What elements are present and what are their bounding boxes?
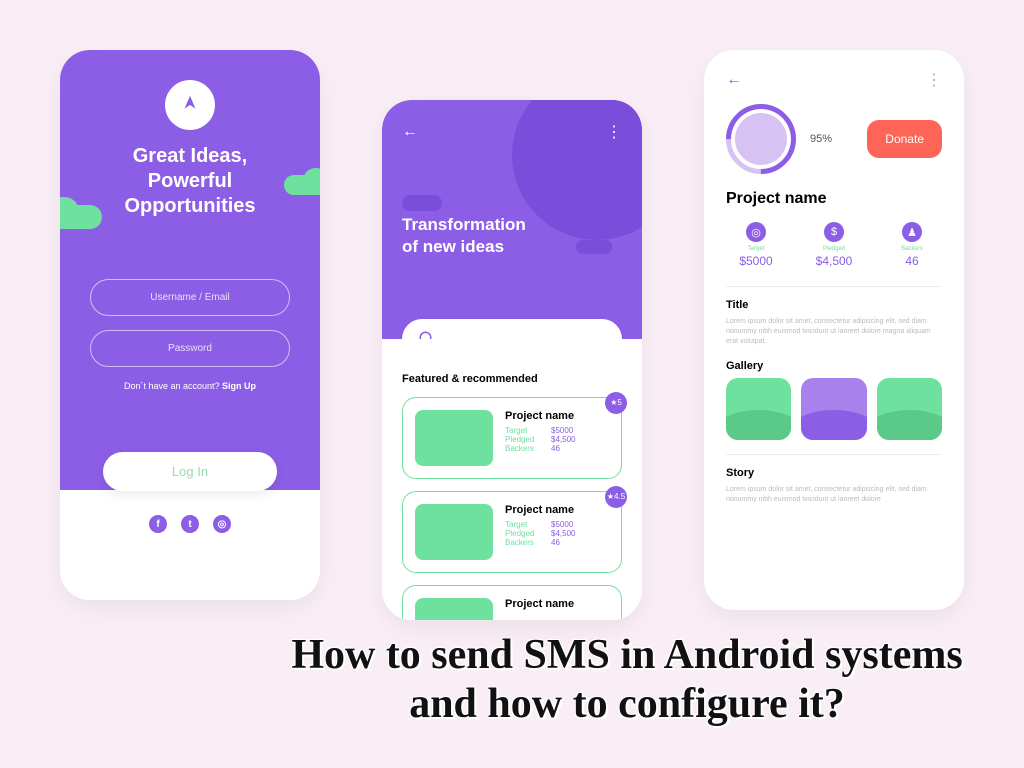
story-section-label: Story xyxy=(726,467,942,479)
featured-hero: ← ⋮ Transformation of new ideas xyxy=(382,100,642,339)
title-line: Opportunities xyxy=(124,195,255,217)
project-thumb xyxy=(415,504,493,560)
phone-featured: ← ⋮ Transformation of new ideas Featured… xyxy=(382,100,642,620)
project-thumb xyxy=(415,598,493,620)
title-line: Powerful xyxy=(148,170,232,192)
signup-link[interactable]: Sign Up xyxy=(222,381,256,391)
kv-label: Target xyxy=(505,520,545,529)
featured-topbar: ← ⋮ xyxy=(402,122,622,142)
gallery-tile[interactable] xyxy=(726,378,791,440)
project-thumb xyxy=(415,410,493,466)
project-name: Project name xyxy=(726,190,942,208)
back-arrow-icon[interactable]: ← xyxy=(402,123,418,141)
section-label: Featured & recommended xyxy=(402,373,622,385)
signup-text: Don´t have an account? Sign Up xyxy=(84,381,296,391)
kv-label: Pledged xyxy=(505,435,545,444)
kv-value: 46 xyxy=(551,444,560,453)
title-description: Lorem ipsum dolor sit amet, consectetur … xyxy=(726,317,942,346)
kv-label: Pledged xyxy=(505,529,545,538)
back-arrow-icon[interactable]: ← xyxy=(726,71,742,89)
phone-project: ← ⋮ 95% Donate Project name ◎ Target $50… xyxy=(704,50,964,610)
signup-prefix: Don´t have an account? xyxy=(124,381,222,391)
login-title: Great Ideas, Powerful Opportunities xyxy=(84,144,296,219)
story-description: Lorem ipsum dolor sit amet, consectetur … xyxy=(726,485,942,505)
kv-value: $4,500 xyxy=(551,435,575,444)
stats-row: ◎ Target $5000 $ Pledged $4,500 ♟ Backer… xyxy=(726,222,942,270)
title-line: Great Ideas, xyxy=(133,145,248,167)
divider xyxy=(726,286,942,287)
featured-title: Transformation of new ideas xyxy=(402,214,622,258)
project-card[interactable]: ★5 Project name Target$5000 Pledged$4,50… xyxy=(402,397,622,479)
stat-label: Backers xyxy=(882,246,942,252)
project-card[interactable]: ★4.5 Project name Target$5000 Pledged$4,… xyxy=(402,491,622,573)
article-headline: How to send SMS in Android systems and h… xyxy=(260,631,994,728)
project-name: Project name xyxy=(505,410,609,422)
title-line: of new ideas xyxy=(402,237,504,256)
search-input[interactable] xyxy=(402,319,622,339)
dollar-icon: $ xyxy=(824,222,844,242)
cloud-icon xyxy=(60,205,102,229)
stat-value: $5000 xyxy=(739,254,772,268)
stat-pledged: $ Pledged $4,500 xyxy=(804,222,864,270)
stat-target: ◎ Target $5000 xyxy=(726,222,786,270)
login-button[interactable]: Log In xyxy=(103,452,277,491)
stat-value: $4,500 xyxy=(816,254,853,268)
twitter-icon[interactable]: t xyxy=(181,515,199,533)
username-field[interactable]: Username / Email xyxy=(90,279,290,316)
project-hero: 95% Donate xyxy=(726,104,942,174)
stat-backers: ♟ Backers 46 xyxy=(882,222,942,270)
rating-badge: ★4.5 xyxy=(605,486,627,508)
progress-ring xyxy=(726,104,796,174)
more-icon[interactable]: ⋮ xyxy=(926,70,942,90)
divider xyxy=(726,454,942,455)
stat-label: Pledged xyxy=(804,246,864,252)
social-row: f t ◎ xyxy=(84,515,296,533)
gallery-tile[interactable] xyxy=(801,378,866,440)
cloud-icon xyxy=(402,195,442,211)
project-name: Project name xyxy=(505,598,609,610)
project-name: Project name xyxy=(505,504,609,516)
kv-label: Target xyxy=(505,426,545,435)
kv-value: $5000 xyxy=(551,426,573,435)
donate-button[interactable]: Donate xyxy=(867,120,942,158)
featured-body: Featured & recommended ★5 Project name T… xyxy=(382,339,642,620)
gallery-row xyxy=(726,378,942,440)
project-topbar: ← ⋮ xyxy=(726,70,942,90)
login-hero: Great Ideas, Powerful Opportunities User… xyxy=(60,50,320,490)
login-footer: Log In f t ◎ xyxy=(60,490,320,600)
title-section-label: Title xyxy=(726,299,942,311)
stat-value: 46 xyxy=(905,254,918,268)
title-line: Transformation xyxy=(402,215,526,234)
more-icon[interactable]: ⋮ xyxy=(606,122,622,142)
moon-icon xyxy=(546,140,582,176)
phone-login: Great Ideas, Powerful Opportunities User… xyxy=(60,50,320,600)
kv-value: 46 xyxy=(551,538,560,547)
search-icon xyxy=(418,330,436,339)
password-field[interactable]: Password xyxy=(90,330,290,367)
kv-value: $4,500 xyxy=(551,529,575,538)
instagram-icon[interactable]: ◎ xyxy=(213,515,231,533)
kv-value: $5000 xyxy=(551,520,573,529)
gallery-tile[interactable] xyxy=(877,378,942,440)
project-card[interactable]: Project name xyxy=(402,585,622,620)
stat-label: Target xyxy=(726,246,786,252)
gallery-section-label: Gallery xyxy=(726,360,942,372)
facebook-icon[interactable]: f xyxy=(149,515,167,533)
person-icon: ♟ xyxy=(902,222,922,242)
app-logo xyxy=(165,80,215,130)
rating-badge: ★5 xyxy=(605,392,627,414)
kv-label: Backers xyxy=(505,444,545,453)
progress-value: 95% xyxy=(810,133,832,145)
cloud-icon xyxy=(284,175,320,195)
target-icon: ◎ xyxy=(746,222,766,242)
kv-label: Backers xyxy=(505,538,545,547)
